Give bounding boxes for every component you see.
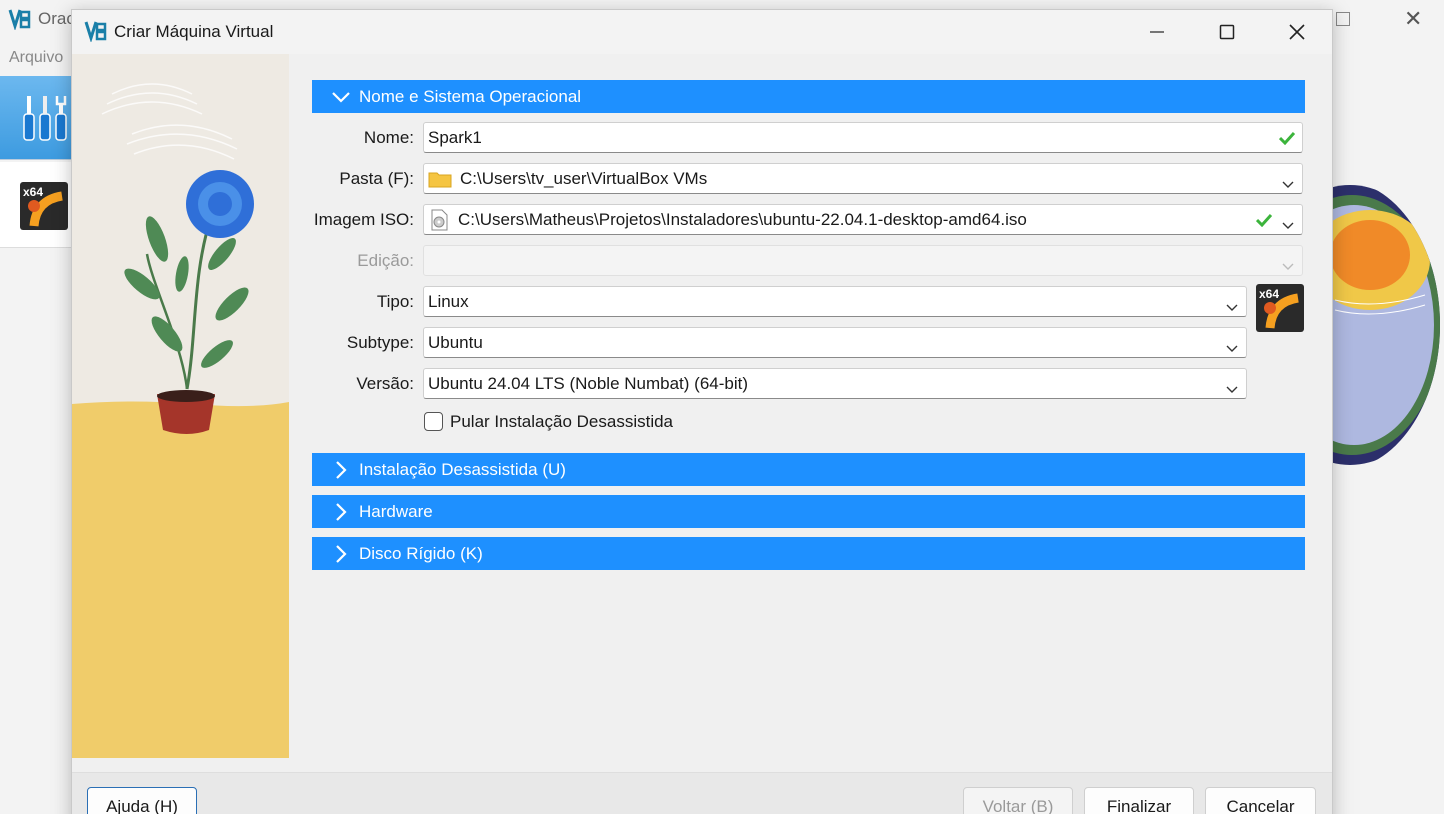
- subtype-value: Ubuntu: [428, 332, 483, 352]
- tools-item[interactable]: [0, 76, 72, 160]
- form-content: Nome e Sistema Operacional Nome: Spark1 …: [312, 80, 1305, 579]
- chevron-down-icon: [1282, 256, 1294, 276]
- chevron-right-icon: [330, 459, 352, 481]
- type-row: Tipo: Linux: [312, 286, 1305, 317]
- maximize-icon: [1219, 24, 1235, 40]
- subtype-select[interactable]: Ubuntu: [423, 327, 1247, 358]
- type-select[interactable]: Linux: [423, 286, 1247, 317]
- chevron-right-icon: [330, 543, 352, 565]
- version-value: Ubuntu 24.04 LTS (Noble Numbat) (64-bit): [428, 373, 749, 393]
- name-value: Spark1: [428, 127, 482, 147]
- optical-disc-icon: [428, 209, 450, 231]
- folder-label: Pasta (F):: [339, 169, 414, 188]
- edition-row: Edição:: [312, 245, 1305, 276]
- chevron-down-icon: [1226, 297, 1238, 317]
- skip-unattended-checkbox[interactable]: [424, 412, 443, 431]
- iso-value: C:\Users\Matheus\Projetos\Instaladores\u…: [458, 209, 1027, 229]
- manager-close-button[interactable]: ✕: [1404, 6, 1422, 32]
- virtualbox-logo-icon: [8, 9, 31, 30]
- chevron-down-icon: [330, 86, 352, 108]
- os-badge-text: x64: [1259, 287, 1279, 301]
- iso-select[interactable]: C:\Users\Matheus\Projetos\Instaladores\u…: [423, 204, 1303, 235]
- close-icon: [1289, 24, 1305, 40]
- os-type-icon: x64: [1256, 284, 1304, 332]
- subtype-row: Subtype: Ubuntu: [312, 327, 1305, 358]
- create-vm-dialog: Criar Máquina Virtual Nome e Sistema Ope…: [71, 9, 1333, 814]
- name-row: Nome: Spark1: [312, 122, 1305, 153]
- manager-maximize-button[interactable]: [1336, 12, 1350, 26]
- finish-button[interactable]: Finalizar: [1084, 787, 1194, 814]
- help-button[interactable]: Ajuda (H): [87, 787, 197, 814]
- section-disk-label: Disco Rígido (K): [359, 543, 483, 563]
- back-button: Voltar (B): [963, 787, 1073, 814]
- virtualbox-logo-icon: [84, 21, 107, 42]
- version-select[interactable]: Ubuntu 24.04 LTS (Noble Numbat) (64-bit): [423, 368, 1247, 399]
- edition-select: [423, 245, 1303, 276]
- folder-select[interactable]: C:\Users\tv_user\VirtualBox VMs: [423, 163, 1303, 194]
- svg-text:x64: x64: [23, 185, 43, 199]
- iso-row: Imagem ISO: C:\Users\Matheus\Projetos\In…: [312, 204, 1305, 235]
- folder-value: C:\Users\tv_user\VirtualBox VMs: [460, 168, 708, 188]
- section-name-os[interactable]: Nome e Sistema Operacional: [312, 80, 1305, 113]
- version-row: Versão: Ubuntu 24.04 LTS (Noble Numbat) …: [312, 368, 1305, 399]
- edition-label: Edição:: [357, 251, 414, 270]
- section-name-os-label: Nome e Sistema Operacional: [359, 86, 582, 106]
- section-unattended-label: Instalação Desassistida (U): [359, 459, 566, 479]
- chevron-right-icon: [330, 501, 352, 523]
- minimize-icon: [1150, 31, 1164, 33]
- manager-title-text: Orac: [38, 9, 75, 28]
- folder-row: Pasta (F): C:\Users\tv_user\VirtualBox V…: [312, 163, 1305, 194]
- dialog-titlebar: Criar Máquina Virtual: [72, 10, 1332, 54]
- chevron-down-icon: [1226, 338, 1238, 358]
- folder-icon: [428, 170, 452, 188]
- section-disk[interactable]: Disco Rígido (K): [312, 537, 1305, 570]
- vm-list-item[interactable]: x64: [0, 162, 72, 248]
- chevron-down-icon: [1282, 215, 1294, 235]
- ubuntu-x64-icon: x64: [20, 182, 68, 230]
- section-hardware-label: Hardware: [359, 501, 433, 521]
- cancel-button[interactable]: Cancelar: [1205, 787, 1316, 814]
- chevron-down-icon: [1282, 174, 1294, 194]
- section-unattended[interactable]: Instalação Desassistida (U): [312, 453, 1305, 486]
- subtype-label: Subtype:: [346, 333, 414, 352]
- wizard-illustration: [72, 54, 289, 758]
- skip-unattended-label[interactable]: Pular Instalação Desassistida: [450, 412, 673, 432]
- type-value: Linux: [428, 291, 469, 311]
- menu-arquivo[interactable]: Arquivo: [9, 49, 63, 67]
- minimize-button[interactable]: [1122, 10, 1192, 54]
- chevron-down-icon: [1226, 379, 1238, 399]
- manager-title: Orac: [8, 8, 75, 30]
- checkmark-icon: [1255, 212, 1273, 232]
- section-hardware[interactable]: Hardware: [312, 495, 1305, 528]
- name-label: Nome:: [363, 128, 414, 147]
- close-button[interactable]: [1262, 10, 1332, 54]
- checkmark-icon: [1278, 130, 1296, 150]
- tools-icon: [23, 96, 67, 141]
- skip-unattended-row: Pular Instalação Desassistida: [312, 409, 1305, 439]
- maximize-button[interactable]: [1192, 10, 1262, 54]
- type-label: Tipo:: [376, 292, 414, 311]
- name-field[interactable]: Spark1: [423, 122, 1303, 153]
- version-label: Versão:: [356, 374, 414, 393]
- iso-label: Imagem ISO:: [313, 210, 414, 229]
- dialog-title: Criar Máquina Virtual: [114, 22, 274, 41]
- dialog-footer: Ajuda (H) Voltar (B) Finalizar Cancelar: [72, 772, 1332, 814]
